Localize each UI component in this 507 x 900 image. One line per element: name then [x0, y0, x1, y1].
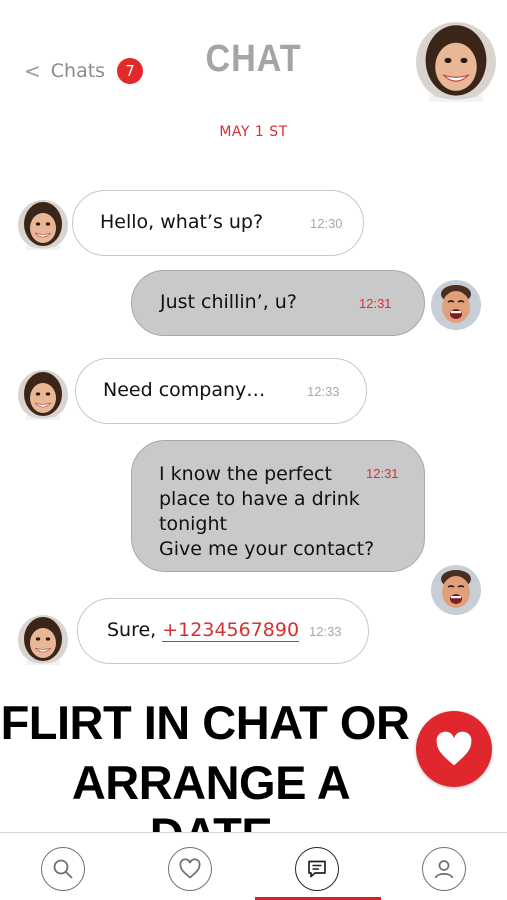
date-separator: MAY 1 ST: [219, 124, 288, 140]
sender-avatar[interactable]: [18, 200, 68, 250]
promo-line-1: FLIRT IN CHAT OR: [0, 696, 410, 749]
sender-avatar[interactable]: [18, 615, 68, 665]
woman-avatar-icon: [18, 200, 68, 250]
message-text: Just chillin’, u?: [160, 291, 297, 313]
message-text: Need company…: [103, 379, 266, 401]
man-avatar-icon: [431, 565, 481, 615]
message-text-prefix: Sure,: [107, 619, 163, 641]
sender-avatar[interactable]: [18, 370, 68, 420]
search-icon: [53, 859, 73, 879]
heart-outline-icon: [179, 858, 201, 879]
bottom-tab-bar: [0, 832, 507, 900]
my-avatar[interactable]: [431, 565, 481, 615]
tab-favorites[interactable]: [168, 847, 212, 891]
message-bubble-outgoing[interactable]: I know the perfect place to have a drink…: [131, 440, 425, 572]
message-time: 12:33: [307, 384, 340, 399]
message-bubble-outgoing[interactable]: Just chillin’, u? 12:31: [131, 270, 425, 336]
message-time: 12:31: [366, 466, 399, 481]
message-text: I know the perfect place to have a drink…: [159, 463, 375, 560]
message-time: 12:30: [310, 216, 343, 231]
profile-icon: [434, 860, 454, 879]
message-bubble-incoming[interactable]: Sure, +1234567890 12:33: [77, 598, 369, 664]
man-avatar-icon: [431, 280, 481, 330]
message-time: 12:33: [309, 624, 342, 639]
tab-chat[interactable]: [295, 847, 339, 891]
tab-search[interactable]: [41, 847, 85, 891]
page-title: CHAT: [205, 38, 302, 80]
message-text: Hello, what’s up?: [100, 211, 264, 233]
phone-number-link[interactable]: +1234567890: [162, 619, 300, 642]
my-avatar[interactable]: [431, 280, 481, 330]
message-bubble-incoming[interactable]: Hello, what’s up? 12:30: [72, 190, 364, 256]
profile-avatar[interactable]: [416, 22, 496, 102]
message-text: Sure, +1234567890: [107, 618, 300, 643]
like-button[interactable]: [416, 711, 492, 787]
woman-avatar-icon: [18, 615, 68, 665]
woman-avatar-icon: [18, 370, 68, 420]
chat-icon: [308, 860, 326, 878]
tab-profile[interactable]: [422, 847, 466, 891]
woman-avatar-icon: [416, 22, 496, 102]
message-bubble-incoming[interactable]: Need company… 12:33: [75, 358, 367, 424]
message-time: 12:31: [359, 296, 392, 311]
heart-icon: [436, 731, 472, 766]
